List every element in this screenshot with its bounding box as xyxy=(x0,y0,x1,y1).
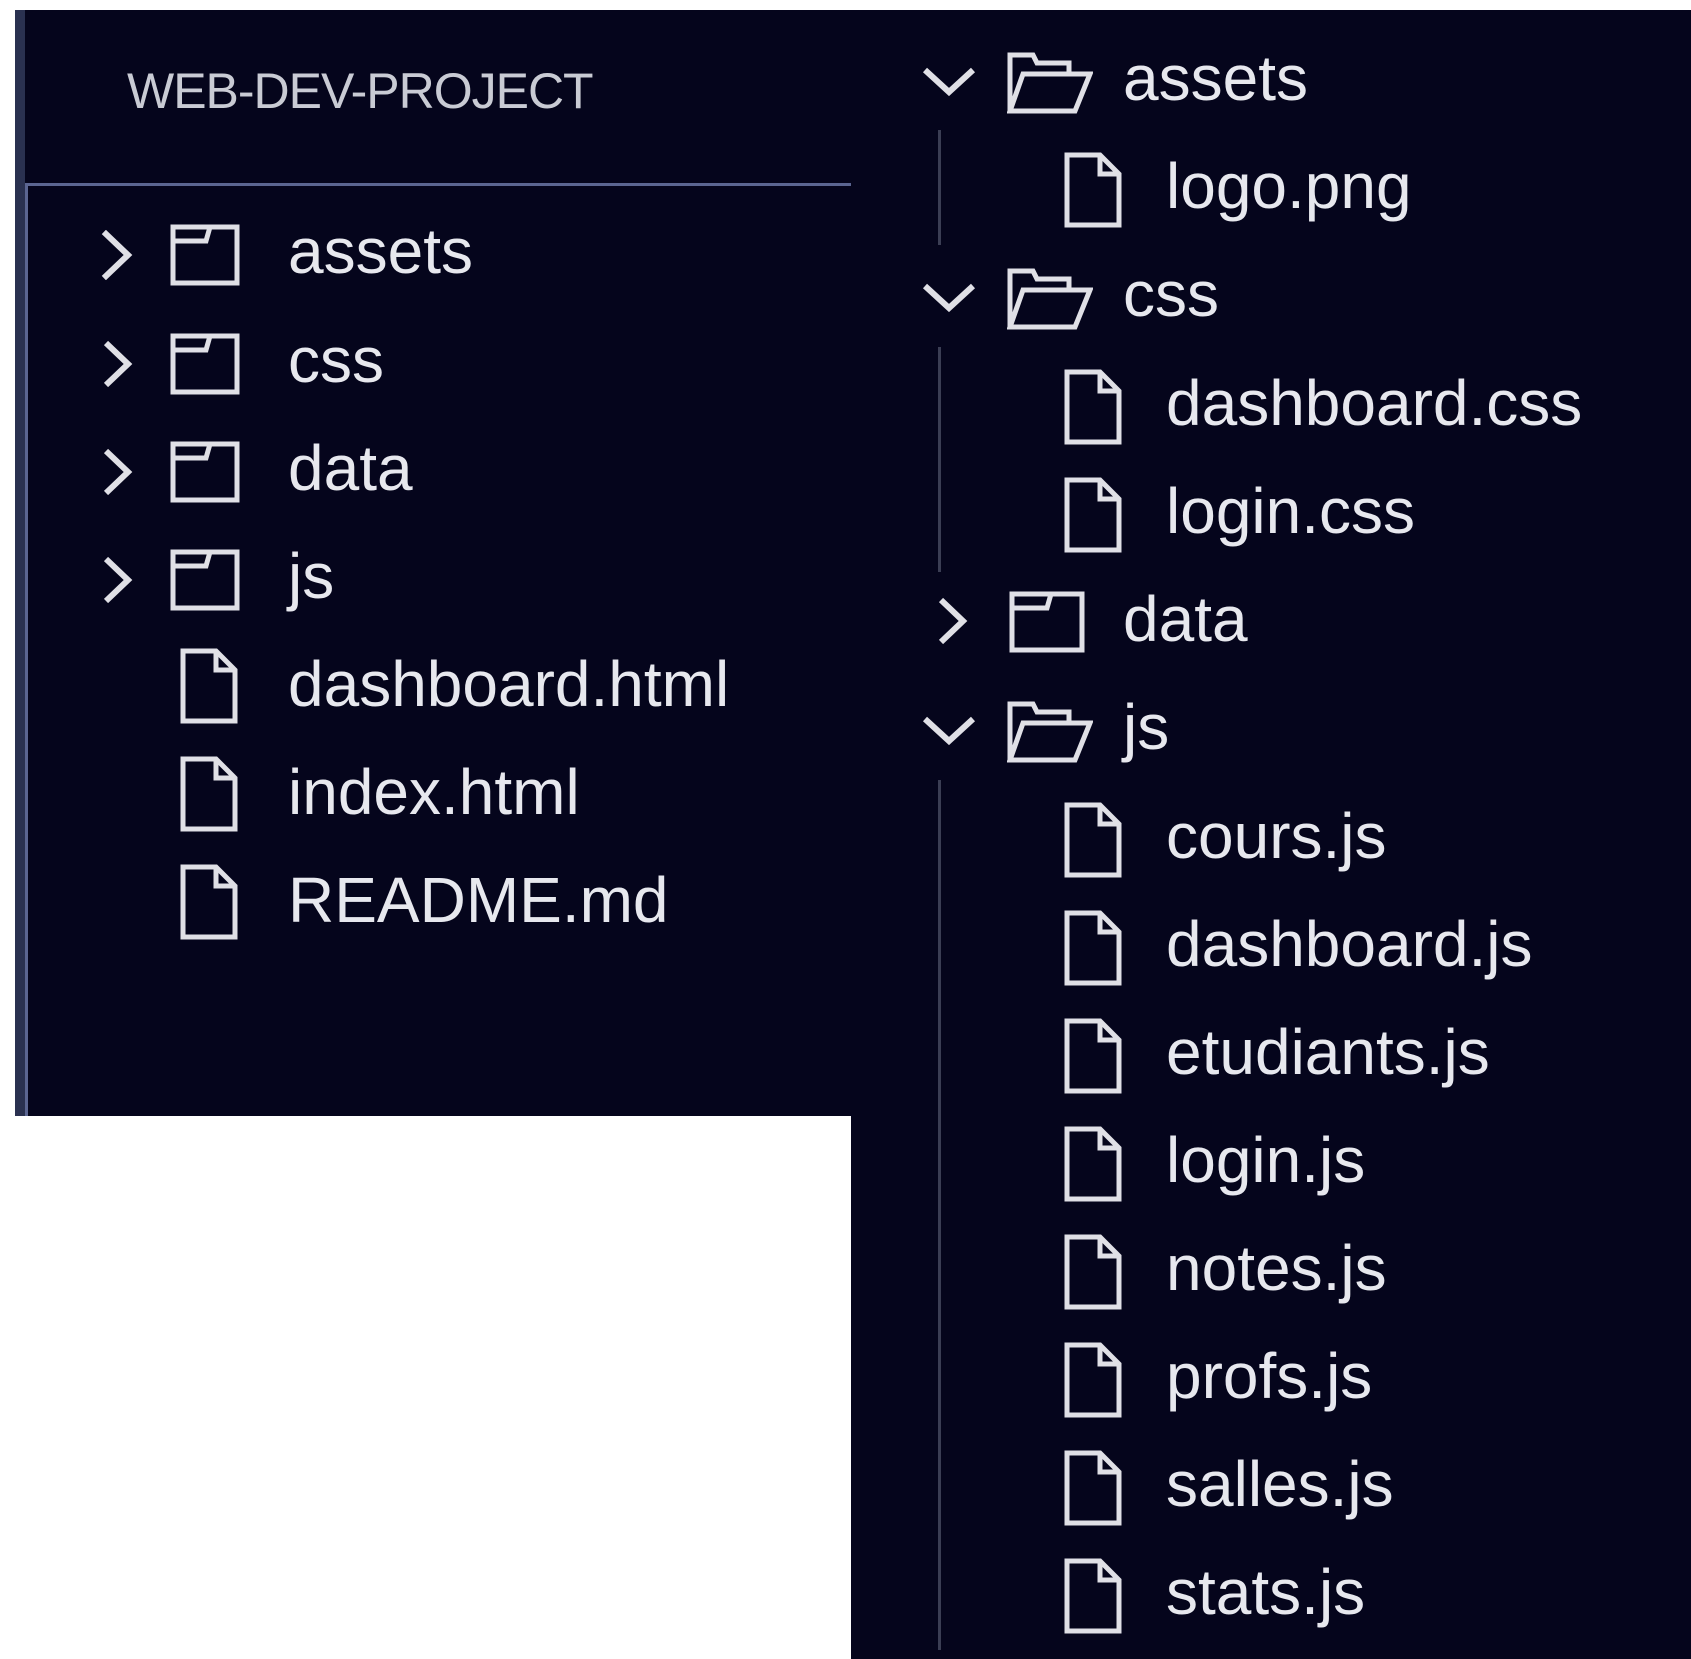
chevron-right-icon[interactable] xyxy=(100,555,134,605)
tree-file-login-js[interactable]: login.js xyxy=(921,1112,1661,1212)
activity-bar-edge xyxy=(15,10,25,1116)
file-icon xyxy=(1064,1234,1122,1310)
tree-folder-js[interactable]: js xyxy=(100,530,800,630)
tree-folder-css[interactable]: css xyxy=(100,314,800,414)
chevron-right-icon[interactable] xyxy=(935,596,969,646)
file-icon xyxy=(180,864,238,940)
tree-item-label: login.css xyxy=(1166,475,1415,547)
tree-item-label: profs.js xyxy=(1166,1340,1373,1412)
chevron-down-icon[interactable] xyxy=(921,280,977,314)
explorer-section-title[interactable]: WEB-DEV-PROJECT xyxy=(127,66,594,116)
tree-file-dashboard-html[interactable]: dashboard.html xyxy=(100,638,800,738)
chevron-down-icon[interactable] xyxy=(921,64,977,98)
tree-item-label: js xyxy=(288,540,335,612)
tree-item-label: login.js xyxy=(1166,1124,1366,1196)
tree-item-label: dashboard.js xyxy=(1166,908,1533,980)
tree-item-label: stats.js xyxy=(1166,1556,1366,1628)
tree-file-dashboard-js[interactable]: dashboard.js xyxy=(921,896,1661,996)
tree-item-label: etudiants.js xyxy=(1166,1016,1490,1088)
explorer-panel-expanded: assets logo.png css dashboard.css login.… xyxy=(851,10,1691,1659)
tree-file-notes-js[interactable]: notes.js xyxy=(921,1220,1661,1320)
folder-open-icon xyxy=(1007,268,1093,330)
folder-icon xyxy=(170,333,240,395)
tree-item-label: css xyxy=(1123,258,1219,330)
screenshot: WEB-DEV-PROJECT assets css data js dashb… xyxy=(0,0,1691,1659)
tree-folder-data-collapsed[interactable]: data xyxy=(921,571,1661,671)
tree-item-label: data xyxy=(288,432,413,504)
explorer-panel-collapsed: WEB-DEV-PROJECT assets css data js dashb… xyxy=(15,10,851,1116)
folder-icon xyxy=(170,441,240,503)
tree-file-login-css[interactable]: login.css xyxy=(921,463,1661,563)
tree-file-etudiants-js[interactable]: etudiants.js xyxy=(921,1004,1661,1104)
tree-item-label: assets xyxy=(1123,42,1308,114)
tree-file-stats-js[interactable]: stats.js xyxy=(921,1544,1661,1644)
file-icon xyxy=(180,648,238,724)
tree-folder-assets[interactable]: assets xyxy=(100,205,800,305)
chevron-right-icon[interactable] xyxy=(100,230,134,280)
tree-item-label: index.html xyxy=(288,756,580,828)
tree-item-label: data xyxy=(1123,583,1248,655)
tree-item-label: css xyxy=(288,324,384,396)
tree-folder-assets-expanded[interactable]: assets xyxy=(921,30,1661,130)
file-icon xyxy=(180,756,238,832)
file-icon xyxy=(1064,1450,1122,1526)
tree-folder-data[interactable]: data xyxy=(100,422,800,522)
folder-icon xyxy=(1009,591,1085,653)
tree-item-label: dashboard.css xyxy=(1166,367,1583,439)
file-icon xyxy=(1064,910,1122,986)
tree-file-salles-js[interactable]: salles.js xyxy=(921,1436,1661,1536)
file-icon xyxy=(1064,1018,1122,1094)
chevron-right-icon[interactable] xyxy=(100,447,134,497)
tree-item-label: README.md xyxy=(288,864,669,936)
chevron-right-icon[interactable] xyxy=(100,339,134,389)
tree-item-label: logo.png xyxy=(1166,150,1412,222)
file-icon xyxy=(1064,1342,1122,1418)
file-icon xyxy=(1064,369,1122,445)
tree-file-index-html[interactable]: index.html xyxy=(100,746,800,846)
tree-item-label: salles.js xyxy=(1166,1448,1394,1520)
file-icon xyxy=(1064,1126,1122,1202)
tree-file-readme-md[interactable]: README.md xyxy=(100,854,800,954)
tree-file-cours-js[interactable]: cours.js xyxy=(921,788,1661,888)
chevron-down-icon[interactable] xyxy=(921,713,977,747)
tree-file-dashboard-css[interactable]: dashboard.css xyxy=(921,355,1661,455)
tree-file-logo-png[interactable]: logo.png xyxy=(921,138,1661,238)
tree-item-label: dashboard.html xyxy=(288,648,730,720)
tree-item-label: cours.js xyxy=(1166,800,1387,872)
file-icon xyxy=(1064,1558,1122,1634)
tree-item-label: assets xyxy=(288,215,473,287)
folder-icon xyxy=(170,549,240,611)
tree-item-label: notes.js xyxy=(1166,1232,1387,1304)
file-icon xyxy=(1064,477,1122,553)
tree-folder-js-expanded[interactable]: js xyxy=(921,679,1661,779)
folder-icon xyxy=(170,224,240,286)
folder-open-icon xyxy=(1007,52,1093,114)
file-icon xyxy=(1064,802,1122,878)
file-icon xyxy=(1064,152,1122,228)
folder-open-icon xyxy=(1007,701,1093,763)
tree-item-label: js xyxy=(1123,691,1170,763)
tree-folder-css-expanded[interactable]: css xyxy=(921,246,1661,346)
tree-file-profs-js[interactable]: profs.js xyxy=(921,1328,1661,1428)
